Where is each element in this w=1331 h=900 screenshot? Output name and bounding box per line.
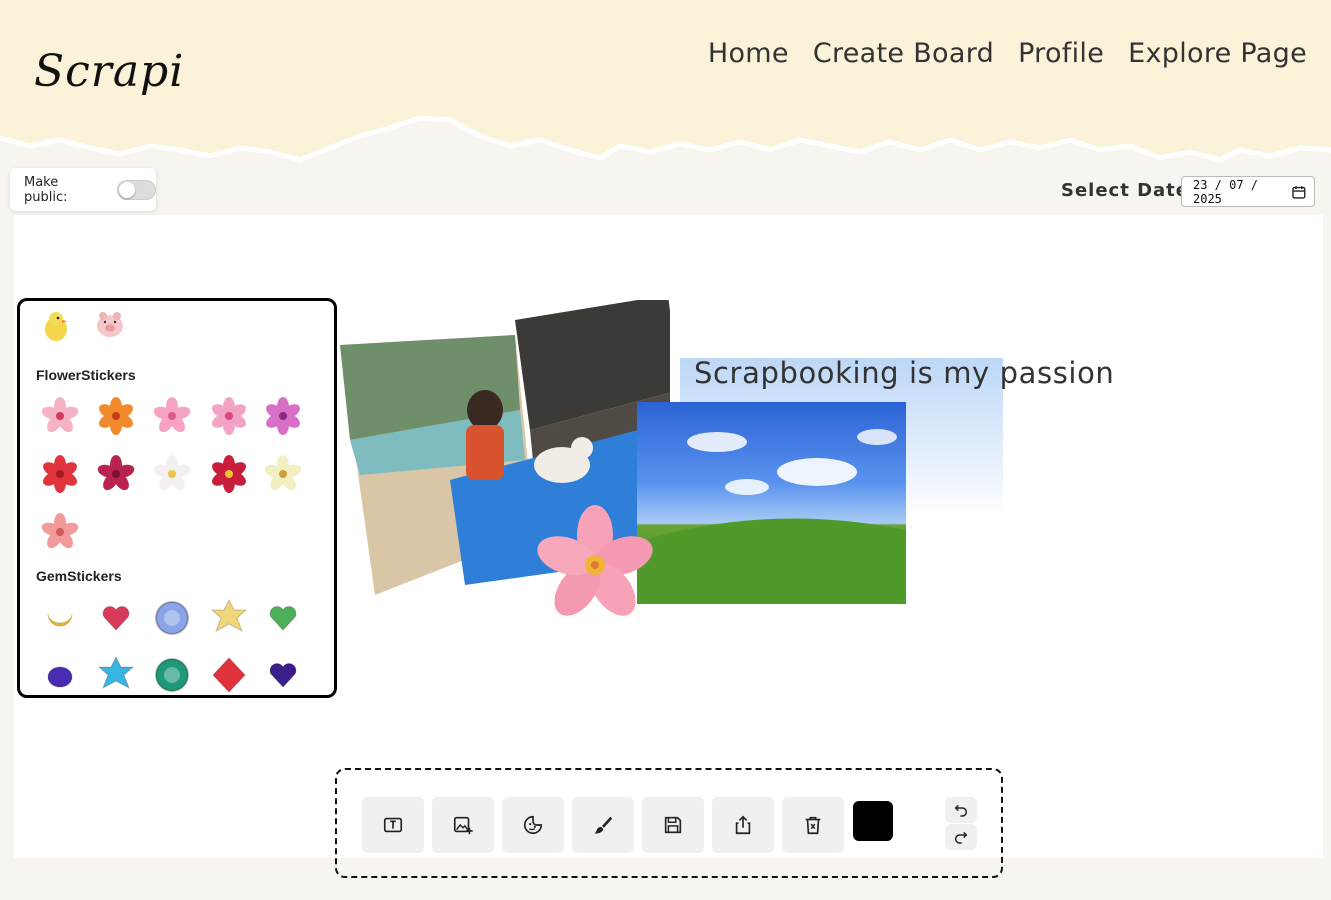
category-flower-stickers: FlowerStickers	[36, 367, 136, 383]
text-tool-icon	[383, 817, 403, 833]
nav-home[interactable]: Home	[708, 38, 789, 69]
share-icon	[735, 815, 751, 835]
add-sticker-button[interactable]	[502, 797, 564, 853]
redo-icon	[954, 831, 968, 844]
flower-sticker[interactable]	[152, 396, 192, 436]
flower-sticker[interactable]	[152, 454, 192, 494]
add-image-button[interactable]	[432, 797, 494, 853]
gem-sticker[interactable]	[40, 598, 80, 638]
gem-sticker[interactable]	[96, 655, 136, 695]
select-date-label: Select Date:	[1061, 180, 1198, 201]
save-button[interactable]	[642, 797, 704, 853]
date-value: 23 / 07 / 2025	[1193, 177, 1259, 206]
nav-explore-page[interactable]: Explore Page	[1128, 38, 1307, 69]
flower-sticker[interactable]	[263, 454, 303, 494]
nav-create-board[interactable]: Create Board	[813, 38, 994, 69]
color-picker-swatch[interactable]	[853, 801, 893, 841]
brush-button[interactable]	[572, 797, 634, 853]
flower-sticker[interactable]	[209, 396, 249, 436]
cloud-shapes	[637, 429, 906, 604]
delete-icon	[805, 816, 821, 835]
make-public-control: Make public:	[10, 168, 156, 211]
gem-sticker[interactable]	[96, 598, 136, 638]
add-image-icon	[453, 816, 473, 835]
share-button[interactable]	[712, 797, 774, 853]
gem-sticker[interactable]	[209, 655, 249, 695]
flower-sticker[interactable]	[209, 454, 249, 494]
caption-text[interactable]: Scrapbooking is my passion	[694, 356, 1114, 390]
flower-sticker[interactable]	[40, 454, 80, 494]
brush-icon	[593, 816, 613, 834]
editor-toolbar	[335, 768, 1003, 878]
undo-button[interactable]	[945, 797, 977, 823]
gem-sticker[interactable]	[263, 598, 303, 638]
main-nav: Home Create Board Profile Explore Page	[708, 38, 1307, 69]
pig-sticker[interactable]	[90, 305, 130, 345]
sticker-panel[interactable]: FlowerStickers GemStickers	[17, 298, 337, 698]
add-text-button[interactable]	[362, 797, 424, 853]
app-logo[interactable]: Scrapi	[34, 46, 184, 97]
chick-sticker[interactable]	[36, 307, 76, 347]
flower-sticker[interactable]	[40, 512, 80, 552]
site-header: Scrapi Home Create Board Profile Explore…	[0, 0, 1331, 185]
delete-button[interactable]	[782, 797, 844, 853]
sticker-icon	[523, 815, 543, 835]
calendar-icon[interactable]	[1292, 185, 1306, 199]
toggle-knob	[118, 181, 135, 198]
gem-sticker[interactable]	[40, 655, 80, 695]
gem-sticker[interactable]	[152, 655, 192, 695]
make-public-label: Make public:	[24, 174, 68, 205]
gem-sticker[interactable]	[209, 598, 249, 638]
flower-sticker[interactable]	[263, 396, 303, 436]
flower-sticker[interactable]	[96, 396, 136, 436]
undo-icon	[954, 804, 968, 817]
make-public-toggle[interactable]	[116, 179, 156, 200]
plumeria-flower-sticker[interactable]	[535, 505, 655, 625]
save-icon	[664, 816, 682, 834]
nav-profile[interactable]: Profile	[1018, 38, 1104, 69]
gem-sticker[interactable]	[152, 598, 192, 638]
torn-paper-edge	[0, 0, 1331, 163]
category-gem-stickers: GemStickers	[36, 568, 122, 584]
gem-sticker[interactable]	[263, 655, 303, 695]
redo-button[interactable]	[945, 824, 977, 850]
flower-sticker[interactable]	[40, 396, 80, 436]
green-hill-photo[interactable]	[637, 402, 906, 604]
date-input[interactable]: 23 / 07 / 2025	[1181, 176, 1315, 207]
flower-sticker[interactable]	[96, 454, 136, 494]
